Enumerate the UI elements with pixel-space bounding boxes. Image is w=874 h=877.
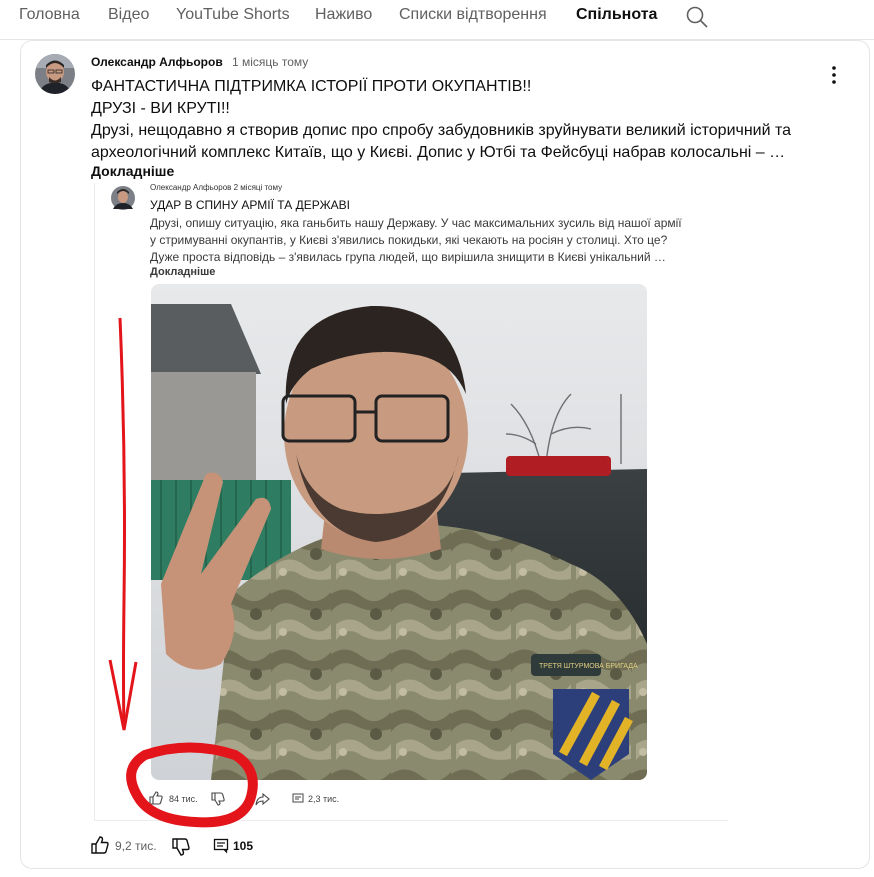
comments-button[interactable]	[213, 838, 229, 859]
search-icon[interactable]	[684, 4, 710, 30]
embedded-text-line: у стримуванні окупантів, у Києві з'явили…	[150, 233, 668, 247]
read-more-link[interactable]: Докладніше	[91, 163, 174, 179]
embedded-read-more: Докладніше	[150, 266, 216, 278]
post-text-line: ДРУЗІ - ВИ КРУТІ!!	[91, 100, 230, 117]
avatar[interactable]	[35, 54, 75, 94]
like-button[interactable]	[90, 835, 110, 860]
embedded-avatar	[108, 185, 138, 211]
embedded-text-line: Дуже проста відповідь – з'явилась група …	[150, 250, 666, 264]
comment-count[interactable]: 105	[233, 839, 253, 853]
post-text-line: археологічний комплекс Китаїв, що у Києв…	[91, 144, 786, 161]
embedded-comment-count: 2,3 тис.	[308, 794, 340, 804]
tab-playlists[interactable]: Списки відтворення	[399, 6, 547, 38]
dislike-button[interactable]	[171, 837, 191, 862]
tab-community[interactable]: Спільнота	[576, 6, 658, 41]
tab-shorts[interactable]: YouTube Shorts	[176, 6, 290, 38]
like-count: 9,2 тис.	[115, 839, 157, 853]
post-timestamp[interactable]: 1 місяць тому	[232, 55, 308, 69]
post-text-line: Друзі, нещодавно я створив допис про спр…	[91, 122, 792, 139]
tab-home[interactable]: Головна	[19, 6, 80, 38]
embedded-header: Олександр Алфьоров 2 місяці тому	[150, 183, 283, 192]
tab-videos[interactable]: Відео	[108, 6, 149, 38]
unit-patch-text: ТРЕТЯ ШТУРМОВА БРИГАДА	[539, 663, 638, 670]
comment-icon	[292, 793, 304, 807]
post-author[interactable]: Олександр Алфьоров	[91, 55, 223, 69]
more-vert-icon[interactable]	[826, 63, 842, 87]
embedded-text-line: Друзі, опишу ситуацію, яка ганьбить нашу…	[150, 216, 682, 230]
embedded-text-line: УДАР В СПИНУ АРМІЇ ТА ДЕРЖАВІ	[150, 198, 350, 212]
red-annotation	[108, 317, 258, 828]
tab-live[interactable]: Наживо	[315, 6, 372, 38]
post-text-line: ФАНТАСТИЧНА ПІДТРИМКА ІСТОРІЇ ПРОТИ ОКУП…	[91, 78, 532, 95]
channel-tabs: Головна Відео YouTube Shorts Наживо Спис…	[0, 0, 874, 41]
